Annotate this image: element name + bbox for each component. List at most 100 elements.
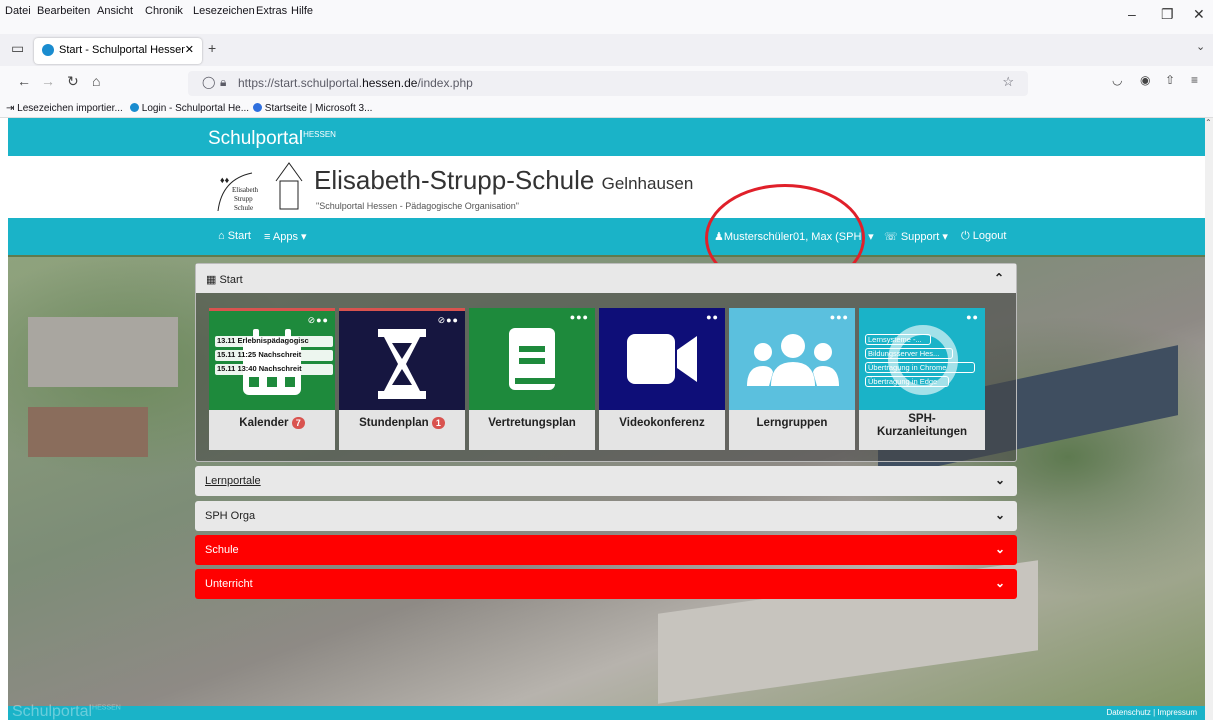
start-panel: ▦ Start ⌃ ⊘●● 13.11 Erlebnispädagogisc 1… — [195, 263, 1017, 462]
school-header: ♦♦ Elisabeth Strupp Schule Elisabeth-Str… — [8, 156, 1205, 218]
bookmark-star-icon[interactable]: ☆ — [1002, 74, 1014, 90]
minimize-icon[interactable]: – — [1128, 6, 1136, 22]
chevron-down-icon[interactable]: ⌄ — [995, 542, 1005, 556]
tab-list-icon[interactable]: ▭ — [11, 40, 24, 57]
tile-videokonferenz-face: ●● — [599, 308, 725, 410]
chevron-down-icon[interactable]: ⌄ — [995, 508, 1005, 522]
panel-sph-orga[interactable]: SPH Orga ⌄ — [195, 501, 1017, 531]
tile-stundenplan[interactable]: ⊘●● Stundenplan 1 — [339, 308, 465, 450]
url-text: https://start.schulportal.hessen.de/inde… — [238, 76, 473, 90]
dashboard-icon: ▦ — [206, 274, 217, 286]
count-badge: 7 — [291, 417, 305, 429]
tile-videokonferenz-label: Videokonferenz — [599, 410, 725, 450]
nav-support[interactable]: ☏ Support ▾ — [884, 230, 948, 243]
tile-controls-icon[interactable]: ●●● — [570, 312, 589, 322]
account-icon[interactable]: ◉ — [1140, 73, 1150, 87]
guide-link[interactable]: Lernsysteme -... — [865, 334, 931, 345]
tile-kurzanleitungen[interactable]: ●● Lernsysteme -... Bildungsserver Hes..… — [859, 308, 985, 450]
tile-kalender-face: ⊘●● 13.11 Erlebnispädagogisc 15.11 11:25… — [209, 308, 335, 410]
guide-link[interactable]: Übertragung in Chrome — [865, 362, 975, 373]
panel-schule[interactable]: Schule ⌄ — [195, 535, 1017, 565]
support-icon: ☏ — [884, 231, 898, 243]
reload-icon[interactable]: ↻ — [67, 73, 79, 90]
calendar-event[interactable]: 13.11 Erlebnispädagogisc — [215, 336, 333, 347]
pocket-icon[interactable]: ◡ — [1112, 73, 1122, 87]
chevron-down-icon[interactable]: ⌄ — [995, 473, 1005, 487]
panel-unterricht-title: Unterricht — [205, 578, 253, 590]
book-icon — [509, 328, 555, 390]
forward-icon[interactable]: → — [41, 73, 55, 89]
tile-vertretungsplan[interactable]: ●●● Vertretungsplan — [469, 308, 595, 450]
panel-unterricht[interactable]: Unterricht ⌄ — [195, 569, 1017, 599]
start-panel-header[interactable]: ▦ Start ⌃ — [196, 264, 1016, 293]
back-icon[interactable]: ← — [17, 73, 31, 89]
menu-ansicht[interactable]: Ansicht — [97, 5, 133, 17]
extensions-icon[interactable]: ⇧ — [1165, 73, 1175, 87]
list-all-tabs-icon[interactable]: ⌄ — [1196, 40, 1205, 53]
tile-controls-icon[interactable]: ●● — [706, 312, 719, 322]
panel-sph-orga-title: SPH Orga — [205, 510, 256, 522]
school-subtitle: "Schulportal Hessen - Pädagogische Organ… — [316, 201, 520, 211]
shield-icon[interactable]: ◯ — [202, 75, 215, 89]
panel-lernportale[interactable]: Lernportale ⌄ — [195, 466, 1017, 496]
footer-links[interactable]: Datenschutz | Impressum — [1106, 708, 1197, 717]
browser-menubar: Datei Bearbeiten Ansicht Chronik Lesezei… — [0, 0, 1213, 34]
footer-brand: SchulportalHESSEN — [12, 703, 121, 720]
menu-lesezeichen[interactable]: Lesezeichen — [193, 5, 255, 17]
tile-lerngruppen[interactable]: ●●● Lerngruppen — [729, 308, 855, 450]
new-tab-icon[interactable]: + — [208, 40, 216, 56]
svg-text:Schule: Schule — [234, 204, 253, 212]
menu-extras[interactable]: Extras — [256, 5, 287, 17]
tile-kalender[interactable]: ⊘●● 13.11 Erlebnispädagogisc 15.11 11:25… — [209, 308, 335, 450]
restore-icon[interactable]: ❐ — [1161, 6, 1174, 23]
school-name: Elisabeth-Strupp-Schule Gelnhausen — [314, 165, 694, 195]
app-menu-icon[interactable]: ≡ — [1191, 73, 1198, 87]
close-window-icon[interactable]: ✕ — [1193, 6, 1205, 23]
count-badge: 1 — [431, 417, 445, 429]
tile-videokonferenz[interactable]: ●● Videokonferenz — [599, 308, 725, 450]
page-viewport: SchulportalHESSEN ♦♦ Elisabeth Strupp Sc… — [8, 118, 1205, 720]
lock-icon[interactable]: 🔒︎ — [220, 75, 226, 90]
tile-stundenplan-face: ⊘●● — [339, 308, 465, 410]
scroll-up-icon[interactable]: ⌃ — [1205, 118, 1212, 127]
tile-controls-icon[interactable]: ●●● — [830, 312, 849, 322]
calendar-event[interactable]: 15.11 11:25 Nachschreit — [215, 350, 333, 361]
bookmark-import[interactable]: ⇥ Lesezeichen importier... — [6, 103, 123, 114]
nav-apps[interactable]: ≡ Apps ▾ — [264, 230, 307, 243]
favicon-icon — [42, 44, 54, 56]
menu-chronik[interactable]: Chronik — [145, 5, 183, 17]
bookmark-microsoft[interactable]: Startseite | Microsoft 3... — [253, 103, 372, 114]
portal-topbar: SchulportalHESSEN — [8, 118, 1205, 156]
tab-title: Start - Schulportal Hessen - Päd — [59, 44, 185, 56]
page-scrollbar[interactable]: ⌃ — [1205, 118, 1213, 720]
menu-bearbeiten[interactable]: Bearbeiten — [37, 5, 90, 17]
menu-hilfe[interactable]: Hilfe — [291, 5, 313, 17]
bookmark-login[interactable]: Login - Schulportal He... — [130, 103, 249, 114]
nav-start[interactable]: ⌂ Start — [218, 230, 251, 242]
users-icon — [747, 334, 839, 386]
tile-stundenplan-label: Stundenplan 1 — [339, 410, 465, 450]
home-icon[interactable]: ⌂ — [92, 73, 100, 89]
tile-controls-icon[interactable]: ⊘●● — [438, 315, 459, 326]
guide-link[interactable]: Bildungsserver Hes... — [865, 348, 953, 359]
menu-icon: ≡ — [264, 231, 271, 243]
active-tab[interactable]: Start - Schulportal Hessen - Päd ✕ — [34, 38, 202, 64]
nav-logout[interactable]: ⏻ Logout — [961, 230, 1006, 243]
tile-controls-icon[interactable]: ●● — [966, 312, 979, 322]
calendar-event[interactable]: 15.11 13:40 Nachschreit — [215, 364, 333, 375]
url-bar[interactable]: ◯ 🔒︎ https://start.schulportal.hessen.de… — [188, 71, 1028, 96]
svg-text:Elisabeth: Elisabeth — [232, 186, 259, 194]
guide-link[interactable]: Übertragung in Edge — [865, 376, 949, 387]
panel-lernportale-title: Lernportale — [205, 475, 261, 487]
chevron-down-icon[interactable]: ⌄ — [995, 576, 1005, 590]
home-icon: ⌂ — [218, 230, 225, 242]
close-tab-icon[interactable]: ✕ — [185, 43, 194, 56]
portal-brand[interactable]: SchulportalHESSEN — [208, 128, 336, 150]
school-logo-icon[interactable]: ♦♦ Elisabeth Strupp Schule — [212, 159, 308, 215]
video-camera-icon — [627, 334, 697, 384]
portal-nav: ⌂ Start ≡ Apps ▾ ♟Musterschüler01, Max (… — [8, 218, 1205, 255]
tile-controls-icon[interactable]: ⊘●● — [308, 315, 329, 326]
menu-datei[interactable]: Datei — [5, 5, 31, 17]
chevron-up-icon[interactable]: ⌃ — [994, 271, 1004, 285]
tile-kalender-label: Kalender 7 — [209, 410, 335, 450]
